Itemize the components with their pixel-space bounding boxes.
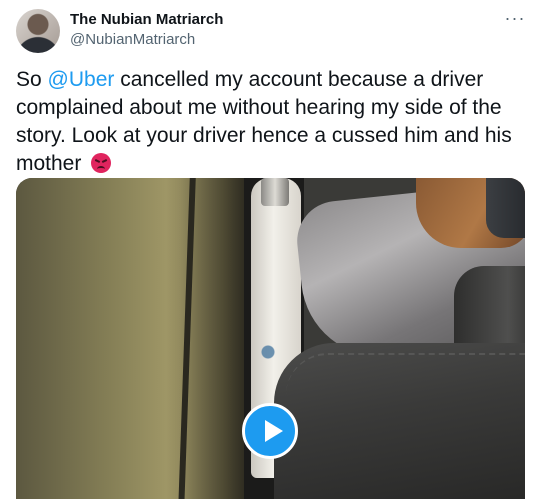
angry-face-emoji-icon	[91, 153, 112, 173]
tweet-card[interactable]: The Nubian Matriarch @NubianMatriarch ··…	[0, 0, 543, 499]
author-handle[interactable]: @NubianMatriarch	[70, 31, 195, 48]
mention-link[interactable]: @Uber	[48, 68, 115, 91]
tweet-text: So @Uber cancelled my account because a …	[16, 66, 526, 178]
tweet-text-start: So	[16, 68, 48, 91]
video-thumbnail[interactable]	[16, 178, 525, 499]
author-display-name[interactable]: The Nubian Matriarch	[70, 11, 223, 28]
play-icon	[265, 420, 283, 442]
play-button[interactable]	[242, 403, 298, 459]
more-options-icon[interactable]: ···	[503, 9, 527, 32]
profile-avatar[interactable]	[16, 9, 60, 53]
